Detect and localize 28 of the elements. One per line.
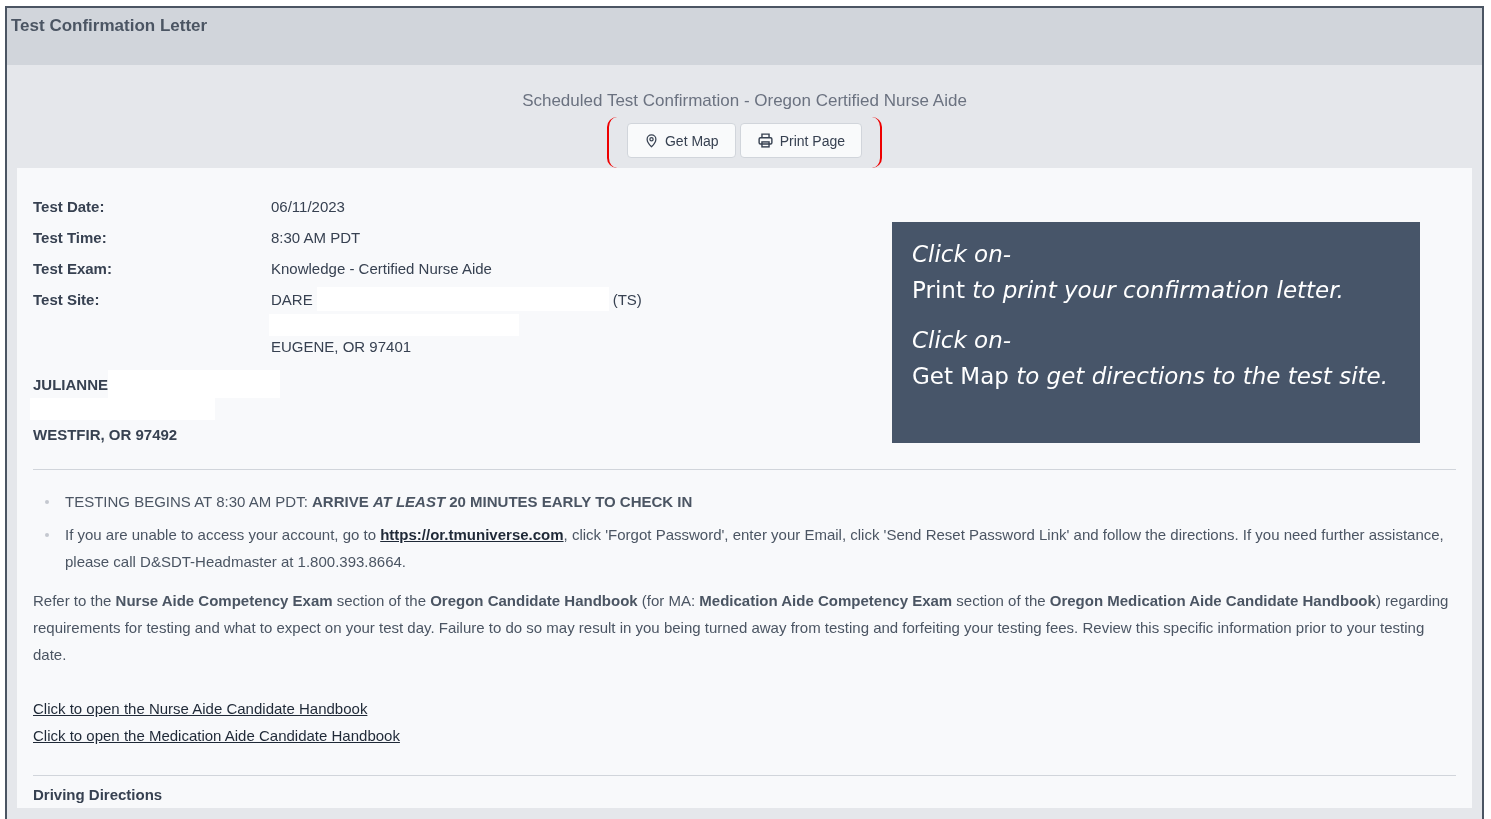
candidate-address: WESTFIR, OR 97492 (33, 426, 179, 443)
window-title: Test Confirmation Letter (11, 16, 208, 35)
print-button[interactable]: Print Page (739, 123, 863, 158)
handbook-paragraph: Refer to the Nurse Aide Competency Exam section of the Oregon Candidate Handbook (for MA: Medication Aide Competency Exam section of the Oregon Medication Aide Candidate Handbook) regarding requirements for testing and what to expect on your test day. Failure to do so may result in you being turned away from testing and forfeiting your testing fees. Review this specific information prior to your testing date. (33, 591, 1450, 665)
section-heading: Driving Directions (33, 786, 164, 803)
site-address: EUGENE, OR 97401 (271, 338, 412, 355)
field-label: Test Exam: (33, 260, 113, 277)
page-heading: Scheduled Test Confirmation - Oregon Certified Nurse Aide (522, 91, 967, 111)
notice-text: TESTING BEGINS AT 8:30 AM PDT: ARRIVE AT LEAST 20 MINUTES EARLY TO CHECK IN (65, 493, 693, 510)
candidate-name: JULIANNE (33, 375, 108, 393)
site-code: (TS) (612, 291, 642, 308)
handbook-link[interactable]: Click to open the Medication Aide Candidate Handbook (33, 722, 400, 749)
field-value: 06/11/2023 (271, 198, 345, 215)
notice-text: If you are unable to access your account, go to https://or.tmuniverse.com, click 'Forgot Password', enter your Email, click 'Send Reset Password Link' and follow the directions. If you need further assistance, please call D&SDT-Headmaster at 1.800.393.8664. (65, 526, 1444, 570)
field-value: Knowledge - Certified Nurse Aide (271, 260, 492, 277)
callout-text: Click on- (912, 240, 1013, 269)
field-label: Test Time: (33, 229, 108, 246)
callout-text: Print to print your confirmation letter. (912, 276, 1345, 305)
printer-icon (756, 132, 774, 149)
callout-text: Click on- (912, 326, 1013, 355)
site-name: DARE (271, 291, 313, 308)
handbook-link[interactable]: Click to open the Nurse Aide Candidate Handbook (33, 695, 368, 722)
field-label: Test Site: (33, 291, 101, 308)
get-map-button[interactable]: Get Map (626, 123, 736, 158)
callout-text: Get Map to get directions to the test site. (912, 362, 1390, 391)
field-value: 8:30 AM PDT (271, 229, 361, 246)
field-label: Test Date: (33, 198, 106, 215)
account-link[interactable]: https://or.tmuniverse.com (380, 526, 564, 543)
